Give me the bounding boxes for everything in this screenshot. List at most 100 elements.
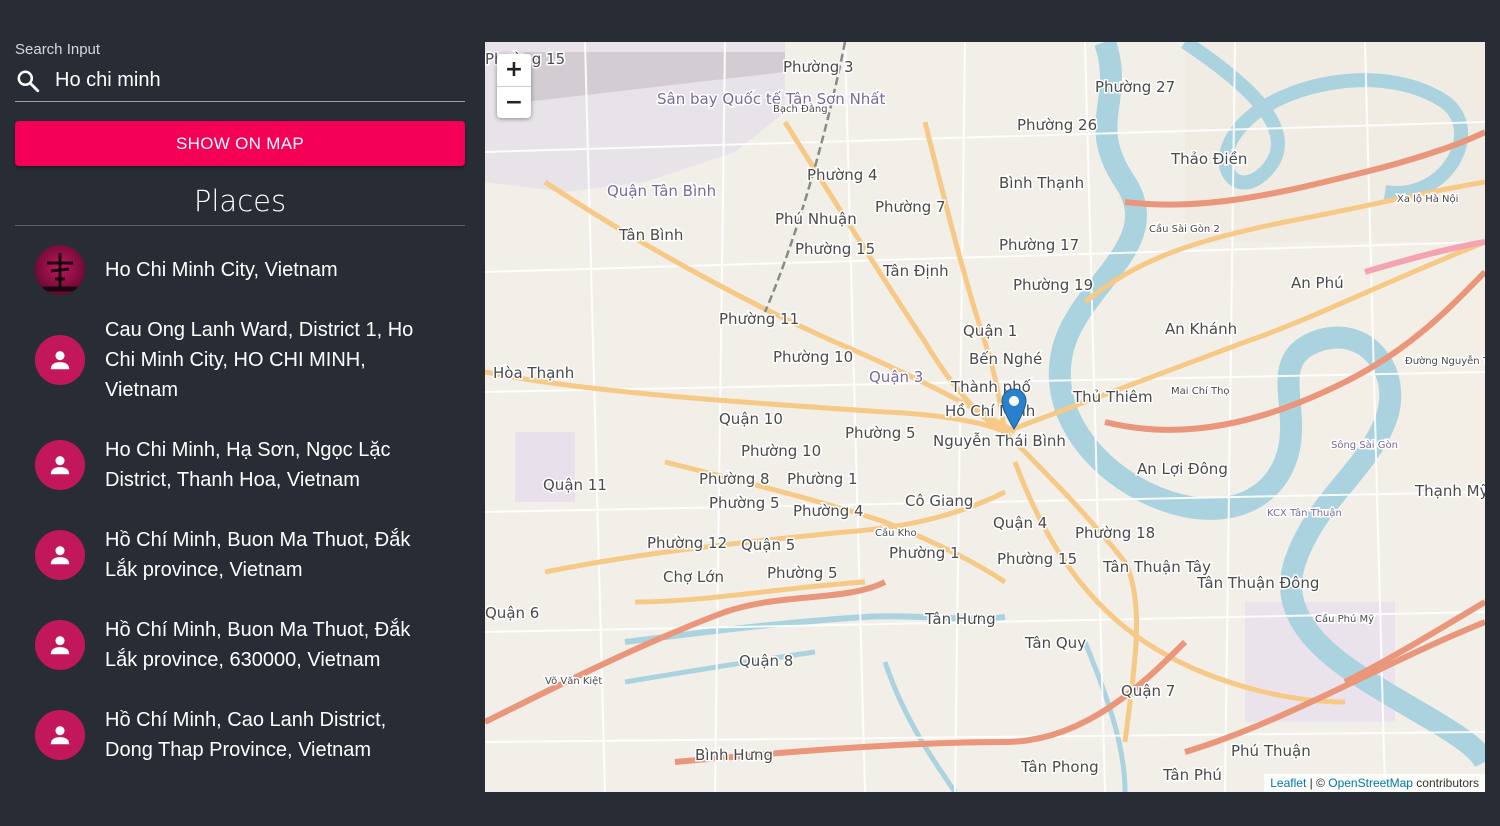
search-input[interactable] — [55, 60, 465, 101]
location-marker-icon[interactable] — [1001, 388, 1027, 430]
map-label: Phường 10 — [741, 442, 821, 460]
map-label: Cầu Phú Mỹ — [1315, 613, 1374, 625]
place-avatar — [35, 530, 85, 580]
map-label: Phường 19 — [1013, 276, 1093, 294]
zoom-in-button[interactable]: + — [497, 54, 531, 86]
map-label: Phường 12 — [647, 534, 727, 552]
person-icon — [50, 546, 70, 565]
attribution-separator: | © — [1306, 776, 1329, 790]
map-label: Phường 8 — [699, 470, 770, 488]
map-label: Phường 7 — [875, 198, 946, 216]
map-label: Đường Nguyễn Thị Định — [1405, 354, 1485, 367]
place-item[interactable]: Hồ Chí Minh, Buon Ma Thuot, Đắk Lắk prov… — [15, 510, 465, 600]
place-item[interactable]: Hồ Chí Minh, Cao Lanh District, Dong Tha… — [15, 690, 465, 780]
map[interactable]: Phường 15 Phường 3 Phường 27 Sân bay Quốc t… — [485, 42, 1485, 792]
map-label: Bến Nghé — [969, 350, 1042, 368]
map-label: Bạch Đằng — [773, 102, 828, 115]
place-text: Hồ Chí Minh, Buon Ma Thuot, Đắk Lắk prov… — [105, 529, 411, 581]
place-text: Hồ Chí Minh, Buon Ma Thuot, Đắk Lắk prov… — [105, 619, 411, 671]
map-label: Tân Hưng — [924, 610, 996, 628]
map-label: Quận 11 — [543, 476, 607, 494]
place-avatar — [35, 335, 85, 385]
map-label: Mai Chí Thọ — [1171, 385, 1230, 397]
map-label: Quận 1 — [963, 322, 1017, 340]
map-label: Sông Sài Gòn — [1331, 439, 1398, 451]
map-label: An Lợi Đông — [1137, 460, 1228, 478]
map-label: Tân Quy — [1024, 634, 1086, 652]
place-avatar — [35, 440, 85, 490]
map-label: Quận 4 — [993, 514, 1047, 532]
map-label: Phường 10 — [773, 348, 853, 366]
map-label: Tân Phú — [1162, 766, 1222, 784]
map-label: Thủ Thiêm — [1072, 388, 1153, 406]
map-label: Quận 6 — [485, 604, 539, 622]
map-label: Quận 10 — [719, 410, 783, 428]
map-label: KCX Tân Thuận — [1267, 507, 1342, 519]
search-icon — [17, 70, 40, 92]
search-label: Search Input — [15, 41, 101, 58]
map-label: Xa lộ Hà Nội — [1397, 193, 1458, 205]
person-icon — [50, 726, 70, 745]
place-item[interactable]: Ho Chi Minh, Hạ Sơn, Ngọc Lặc District, … — [15, 420, 465, 510]
place-item[interactable]: Ho Chi Minh City, Vietnam — [15, 240, 465, 300]
map-label: Phường 5 — [845, 424, 916, 442]
places-list: Ho Chi Minh City, Vietnam Cau Ong Lanh Wa… — [15, 240, 465, 780]
place-text: Hồ Chí Minh, Cao Lanh District, Dong Tha… — [105, 709, 387, 761]
map-label: Bình Thạnh — [999, 174, 1084, 192]
map-label: Phường 15 — [795, 240, 875, 258]
person-icon — [50, 351, 70, 370]
map-label: Phú Thuận — [1231, 742, 1311, 760]
map-label: Phường 4 — [807, 166, 878, 184]
attribution-suffix: contributors — [1412, 776, 1479, 790]
map-label: Tân Thuận Đông — [1196, 574, 1319, 592]
map-label: Thảo Điền — [1170, 150, 1247, 168]
left-panel: Search Input SHOW ON MAP Places Ho Chi M… — [15, 40, 465, 780]
map-label: An Khánh — [1165, 320, 1237, 338]
map-label: Quận Tân Bình — [607, 182, 716, 200]
map-label: Tân Bình — [618, 226, 683, 244]
place-avatar — [35, 710, 85, 760]
map-label: Phường 17 — [999, 236, 1079, 254]
person-icon — [50, 456, 70, 475]
map-label: Tân Định — [882, 262, 949, 280]
map-label: Quận 7 — [1121, 682, 1175, 700]
map-label: Phường 1 — [889, 544, 960, 562]
person-icon — [50, 636, 70, 655]
map-label: Quận 3 — [869, 368, 923, 386]
show-on-map-button[interactable]: SHOW ON MAP — [15, 121, 465, 166]
place-avatar — [35, 620, 85, 670]
places-heading: Places — [193, 184, 287, 218]
zoom-out-button[interactable]: − — [497, 86, 531, 118]
map-label: An Phú — [1291, 274, 1344, 292]
map-label: Quận 8 — [739, 652, 793, 670]
leaflet-link[interactable]: Leaflet — [1270, 776, 1306, 790]
map-label: Phường 5 — [709, 494, 780, 512]
map-label: Phường 26 — [1017, 116, 1097, 134]
map-attribution: Leaflet | © OpenStreetMap contributors — [1264, 774, 1485, 792]
divider — [15, 225, 465, 226]
map-tiles[interactable]: Phường 15 Phường 3 Phường 27 Sân bay Quốc t… — [485, 42, 1485, 792]
openstreetmap-link[interactable]: OpenStreetMap — [1328, 776, 1413, 790]
search-field[interactable] — [15, 60, 465, 102]
map-label: Phường 1 — [787, 470, 858, 488]
place-avatar-photo — [35, 245, 85, 295]
map-label: Bình Hưng — [695, 746, 773, 764]
map-label: Chợ Lớn — [663, 568, 724, 586]
map-label: Phường 5 — [767, 564, 838, 582]
map-label: Nguyễn Thái Bình — [933, 432, 1066, 450]
map-label: Phường 3 — [783, 58, 854, 76]
map-label: Cầu Kho — [875, 527, 917, 539]
map-label: Phường 4 — [793, 502, 864, 520]
map-label: Phường 11 — [719, 310, 799, 328]
map-label: Tân Thuận Tây — [1102, 558, 1211, 576]
map-label: Hòa Thạnh — [493, 364, 574, 382]
map-label: Cầu Sài Gòn 2 — [1149, 223, 1220, 235]
map-label: Quận 5 — [741, 536, 795, 554]
map-label: Phường 18 — [1075, 524, 1155, 542]
map-label: Võ Văn Kiệt — [545, 675, 602, 687]
map-label: Thạnh Mỹ — [1414, 482, 1485, 500]
place-item[interactable]: Hồ Chí Minh, Buon Ma Thuot, Đắk Lắk prov… — [15, 600, 465, 690]
place-item[interactable]: Cau Ong Lanh Ward, District 1, Ho Chi Mi… — [15, 300, 465, 420]
map-label: Tân Phong — [1020, 758, 1099, 776]
place-text: Ho Chi Minh City, Vietnam — [105, 259, 338, 281]
